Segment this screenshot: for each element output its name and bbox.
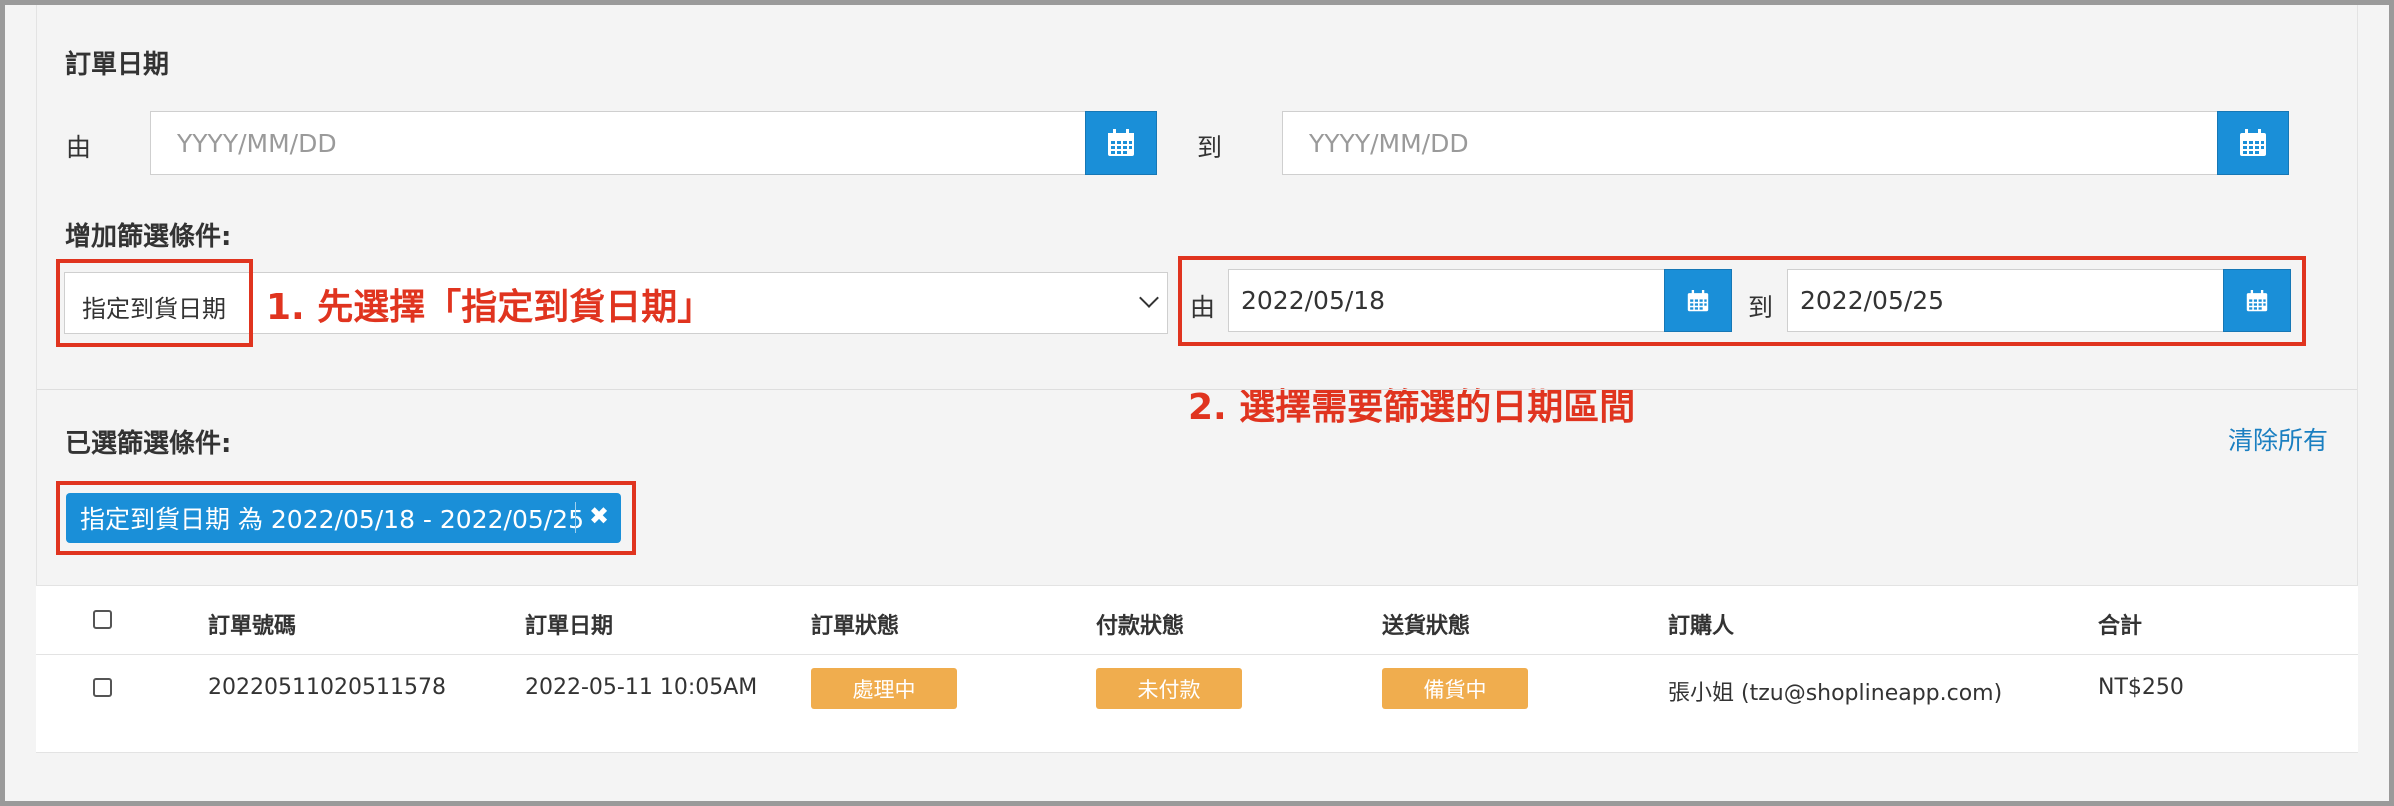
order-status-badge: 處理中 bbox=[811, 668, 957, 709]
header-order-number: 訂單號碼 bbox=[208, 614, 297, 639]
order-date-from-input[interactable]: YYYY/MM/DD bbox=[150, 111, 1086, 175]
row-checkbox[interactable] bbox=[93, 678, 112, 697]
delivery-status-badge: 備貨中 bbox=[1382, 668, 1528, 709]
customer-cell: 張小姐 (tzu@shoplineapp.com) bbox=[1668, 681, 2003, 706]
header-delivery-status: 送貨狀態 bbox=[1382, 614, 1471, 639]
calendar-icon bbox=[1108, 129, 1134, 156]
select-all-checkbox[interactable] bbox=[93, 610, 112, 629]
order-date-to-calendar-button[interactable] bbox=[2217, 111, 2289, 175]
order-date-from-label: 由 bbox=[66, 133, 92, 162]
annotation-box-date-range bbox=[1178, 256, 2306, 346]
orders-table: 訂單號碼 訂單日期 訂單狀態 付款狀態 送貨狀態 訂購人 合計 20220511… bbox=[36, 585, 2358, 753]
annotation-box-chip bbox=[56, 481, 636, 555]
total-cell: NT$250 bbox=[2098, 675, 2184, 700]
order-date-cell: 2022-05-11 10:05AM bbox=[525, 675, 758, 700]
calendar-icon bbox=[2240, 129, 2266, 156]
order-date-to-input[interactable]: YYYY/MM/DD bbox=[1282, 111, 2218, 175]
order-number-link[interactable]: 20220511020511578 bbox=[208, 675, 446, 700]
header-payment-status: 付款狀態 bbox=[1096, 614, 1185, 639]
payment-status-badge: 未付款 bbox=[1096, 668, 1242, 709]
order-date-from-calendar-button[interactable] bbox=[1085, 111, 1157, 175]
header-order-status: 訂單狀態 bbox=[811, 614, 900, 639]
selected-filters-title: 已選篩選條件: bbox=[65, 429, 232, 459]
clear-all-link[interactable]: 清除所有 bbox=[2228, 421, 2328, 457]
order-date-title: 訂單日期 bbox=[65, 50, 170, 80]
header-divider bbox=[36, 654, 2358, 655]
header-order-date: 訂單日期 bbox=[525, 614, 614, 639]
header-customer: 訂購人 bbox=[1668, 614, 1735, 639]
add-filter-title: 增加篩選條件: bbox=[65, 222, 232, 252]
annotation-box-filter-type bbox=[56, 259, 253, 347]
section-divider bbox=[37, 389, 2357, 390]
annotation-step2: 2. 選擇需要篩選的日期區間 bbox=[1188, 387, 1636, 428]
order-date-to-label: 到 bbox=[1197, 133, 1223, 162]
header-total: 合計 bbox=[2098, 614, 2143, 639]
annotation-step1: 1. 先選擇「指定到貨日期」 bbox=[266, 287, 714, 328]
